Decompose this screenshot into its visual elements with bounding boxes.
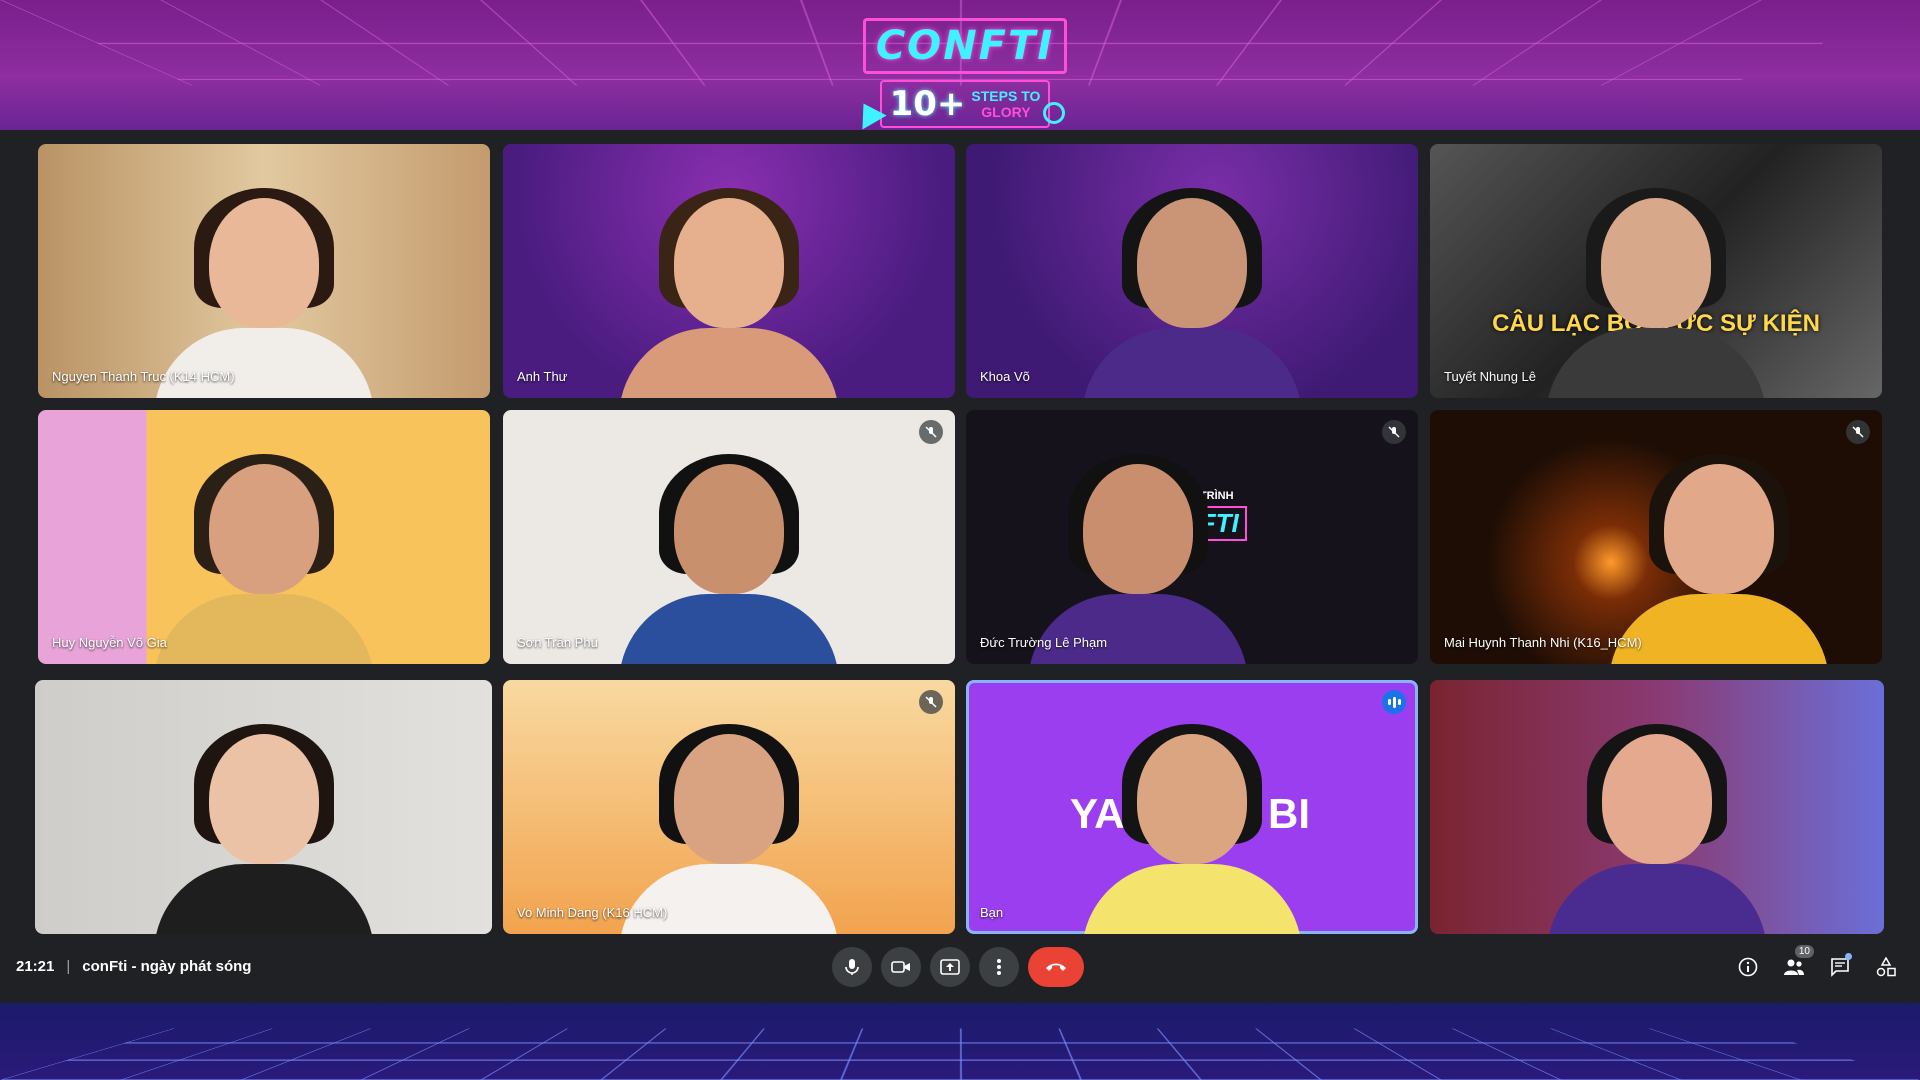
footer-background xyxy=(0,1003,1920,1080)
participant-tile[interactable] xyxy=(35,680,492,934)
participant-video xyxy=(154,454,374,664)
participant-tile[interactable]: CÂU LẠC BỘ ... ỨC SỰ KIỆN Tuyết Nhung Lê xyxy=(1430,144,1882,398)
participant-name: Đức Trường Lê Phạm xyxy=(980,635,1108,650)
participant-name: Huy Nguyễn Võ Gia xyxy=(52,635,167,650)
participant-tile[interactable]: Khoa Võ xyxy=(966,144,1418,398)
participant-video xyxy=(154,188,374,398)
participant-tile[interactable]: Mai Huynh Thanh Nhi (K16_HCM) xyxy=(1430,410,1882,664)
chat-icon xyxy=(1831,958,1849,977)
participant-tile[interactable]: Anh Thư xyxy=(503,144,955,398)
participant-video xyxy=(1082,724,1302,934)
participant-name: Khoa Võ xyxy=(980,369,1030,384)
participant-name: Anh Thư xyxy=(517,369,568,384)
logo-steps-line1: STEPS TO xyxy=(971,88,1041,104)
participant-name: Bạn xyxy=(980,905,1004,920)
meeting-window: Nguyen Thanh Truc (K14 HCM) Anh Thư Khoa… xyxy=(0,130,1920,1003)
present-button[interactable] xyxy=(930,947,970,987)
logo-steps-line2: GLORY xyxy=(981,104,1031,120)
participant-video xyxy=(619,454,839,664)
logo-number: 10+ xyxy=(889,84,966,124)
participant-video xyxy=(619,724,839,934)
participant-name: Mai Huynh Thanh Nhi (K16_HCM) xyxy=(1444,635,1642,650)
mic-icon xyxy=(845,959,859,975)
logo-dot-icon xyxy=(1043,102,1065,124)
speaking-indicator-icon xyxy=(1382,690,1406,714)
participant-video xyxy=(153,724,374,934)
participant-name: Vo Minh Dang (K16 HCM) xyxy=(517,905,668,920)
meeting-info: 21:21 | conFti - ngày phát sóng xyxy=(16,930,251,1003)
logo-subtitle: 10+ STEPS TO GLORY xyxy=(879,80,1051,128)
participant-video xyxy=(1082,188,1302,398)
meeting-side-controls: 10 xyxy=(1734,945,1900,987)
participant-name: Sơn Trần Phú xyxy=(517,635,598,650)
mic-off-icon xyxy=(1382,420,1406,444)
activities-button[interactable] xyxy=(1872,947,1900,987)
mic-off-icon xyxy=(919,690,943,714)
camera-icon xyxy=(891,961,910,973)
participant-tile[interactable]: CHƯƠNG TRÌNH CONFTI Đức Trường Lê Phạm xyxy=(966,410,1418,664)
separator: | xyxy=(66,958,71,975)
confti-logo: CONFTI 10+ STEPS TO GLORY xyxy=(851,18,1075,130)
participant-tile[interactable] xyxy=(1430,680,1884,934)
present-icon xyxy=(940,959,960,975)
more-options-button[interactable] xyxy=(979,947,1019,987)
chat-unread-dot xyxy=(1845,953,1852,960)
meeting-title: conFti - ngày phát sóng xyxy=(82,958,252,975)
participant-grid: Nguyen Thanh Truc (K14 HCM) Anh Thư Khoa… xyxy=(0,130,1920,934)
participant-video xyxy=(1547,724,1767,934)
participants-count-badge: 10 xyxy=(1794,945,1814,958)
logo-title: CONFTI xyxy=(862,18,1068,74)
participant-tile-self[interactable]: YA BI Bạn xyxy=(966,680,1418,934)
chat-button[interactable] xyxy=(1826,947,1854,987)
participant-video xyxy=(1609,454,1830,664)
mic-button[interactable] xyxy=(832,947,872,987)
leave-call-button[interactable] xyxy=(1028,947,1084,987)
mic-off-icon xyxy=(1846,420,1870,444)
participant-name: Nguyen Thanh Truc (K14 HCM) xyxy=(52,369,235,384)
meeting-control-bar: 21:21 | conFti - ngày phát sóng 10 xyxy=(0,930,1920,1003)
participant-video xyxy=(1027,454,1248,664)
hangup-icon xyxy=(1046,963,1066,971)
participant-tile[interactable]: Nguyen Thanh Truc (K14 HCM) xyxy=(38,144,490,398)
meeting-details-button[interactable] xyxy=(1734,947,1762,987)
participant-tile[interactable]: Sơn Trần Phú xyxy=(503,410,955,664)
camera-button[interactable] xyxy=(881,947,921,987)
participant-video xyxy=(619,188,839,398)
meeting-time: 21:21 xyxy=(16,958,55,975)
more-icon xyxy=(997,959,1001,975)
info-icon xyxy=(1738,957,1758,977)
participant-tile[interactable]: Vo Minh Dang (K16 HCM) xyxy=(503,680,955,934)
activities-icon xyxy=(1876,957,1896,977)
participant-tile[interactable]: Huy Nguyễn Võ Gia xyxy=(38,410,490,664)
people-button[interactable]: 10 xyxy=(1780,945,1814,987)
participant-video xyxy=(1546,188,1766,398)
mic-off-icon xyxy=(919,420,943,444)
call-controls xyxy=(832,947,1084,987)
participant-name: Tuyết Nhung Lê xyxy=(1444,369,1537,384)
people-icon xyxy=(1784,959,1804,975)
